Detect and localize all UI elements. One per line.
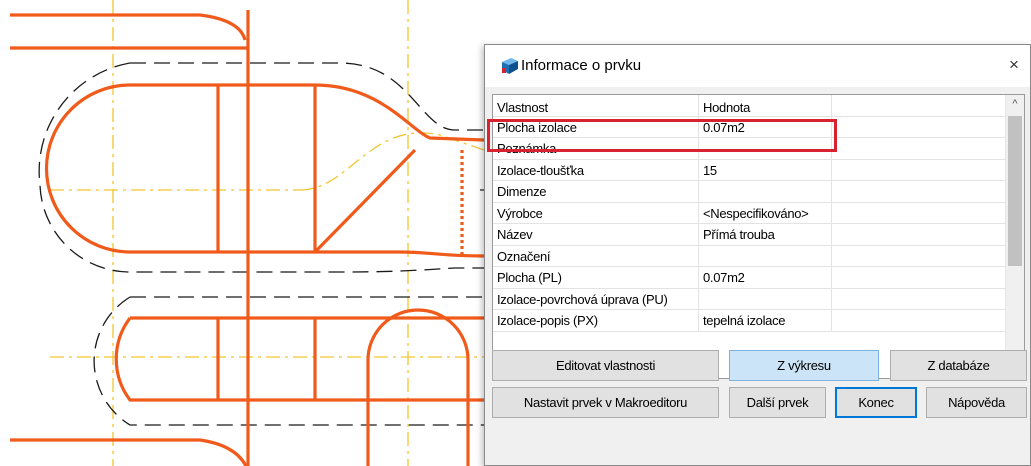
grid-row[interactable]: Plocha (PL) 0.07m2 <box>493 267 1005 289</box>
grid-row[interactable]: Název Přímá trouba <box>493 224 1005 246</box>
dialog-title: Informace o prvku <box>521 57 642 74</box>
property-name: Výrobce <box>493 202 699 223</box>
column-header-value[interactable]: Hodnota <box>699 95 832 116</box>
pipe-bottom-arc <box>10 438 248 466</box>
property-value[interactable]: 0.07m2 <box>699 267 832 288</box>
from-database-button[interactable]: Z databáze <box>890 350 1027 381</box>
property-value[interactable]: <Nespecifikováno> <box>699 202 832 223</box>
blue-cube-icon <box>502 58 518 74</box>
pipe-lower-bend <box>366 308 470 466</box>
grid-row[interactable]: Dimenze <box>493 181 1005 203</box>
property-name: Označení <box>493 245 699 266</box>
pipe-lower-bottom-edge <box>114 317 484 402</box>
close-icon[interactable]: × <box>1002 53 1026 77</box>
grid-row[interactable]: Izolace-povrchová úprava (PU) <box>493 288 1005 310</box>
next-element-button[interactable]: Další prvek <box>729 387 826 418</box>
centerline-elbow <box>299 132 485 191</box>
property-value[interactable]: 15 <box>699 159 832 180</box>
property-name: Izolace-povrchová úprava (PU) <box>493 288 699 309</box>
empty-cell <box>832 160 1005 181</box>
pipe-top-arc <box>10 13 247 41</box>
empty-cell <box>832 203 1005 224</box>
grid-row[interactable]: Výrobce <Nespecifikováno> <box>493 202 1005 224</box>
edit-properties-button[interactable]: Editovat vlastnosti <box>492 350 719 381</box>
highlight-rectangle <box>487 119 837 152</box>
grid-row[interactable]: Izolace-popis (PX) tepelná izolace <box>493 310 1005 332</box>
property-name: Plocha (PL) <box>493 267 699 288</box>
insulation-outline-top-upper <box>130 62 484 131</box>
empty-cell <box>832 138 1005 159</box>
grid-row[interactable]: Izolace-tloušťka 15 <box>493 159 1005 181</box>
grid-scrollbar[interactable]: ^ v <box>1005 95 1024 378</box>
pipe-upper-top-edge <box>130 83 485 142</box>
empty-cell <box>832 289 1005 310</box>
end-button[interactable]: Konec <box>835 387 917 418</box>
property-name: Dimenze <box>493 181 699 202</box>
set-in-macroeditor-button[interactable]: Nastavit prvek v Makroeditoru <box>492 387 719 418</box>
empty-cell <box>832 117 1005 138</box>
grid-header-row: Vlastnost Hodnota <box>493 95 1005 117</box>
element-info-dialog: Informace o prvku × Vlastnost Hodnota Pl… <box>484 44 1031 466</box>
from-drawing-button[interactable]: Z výkresu <box>729 350 879 381</box>
property-value[interactable]: Přímá trouba <box>699 224 832 245</box>
insulation-outline-bottom-lower <box>93 296 484 426</box>
dialog-titlebar[interactable]: Informace o prvku × <box>485 45 1030 87</box>
pipe-upper-elbow-cut <box>313 148 417 254</box>
column-header-empty <box>832 95 1005 116</box>
property-name: Izolace-popis (PX) <box>493 310 699 331</box>
empty-cell <box>832 181 1005 202</box>
grid-row[interactable]: Označení <box>493 245 1005 267</box>
empty-cell <box>832 224 1005 245</box>
empty-cell <box>832 246 1005 267</box>
insulation-outline-top-lower <box>38 62 484 273</box>
empty-cell <box>832 267 1005 288</box>
property-value[interactable] <box>699 245 832 266</box>
scroll-up-icon[interactable]: ^ <box>1006 95 1024 113</box>
empty-cell <box>832 310 1005 331</box>
property-value[interactable] <box>699 288 832 309</box>
help-button[interactable]: Nápověda <box>926 387 1027 418</box>
scrollbar-thumb[interactable] <box>1008 116 1022 266</box>
property-name: Název <box>493 224 699 245</box>
property-value[interactable]: tepelná izolace <box>699 310 832 331</box>
pipe-upper-bottom-edge <box>44 83 485 258</box>
property-value[interactable] <box>699 181 832 202</box>
property-name: Izolace-tloušťka <box>493 159 699 180</box>
column-header-property[interactable]: Vlastnost <box>493 95 699 116</box>
